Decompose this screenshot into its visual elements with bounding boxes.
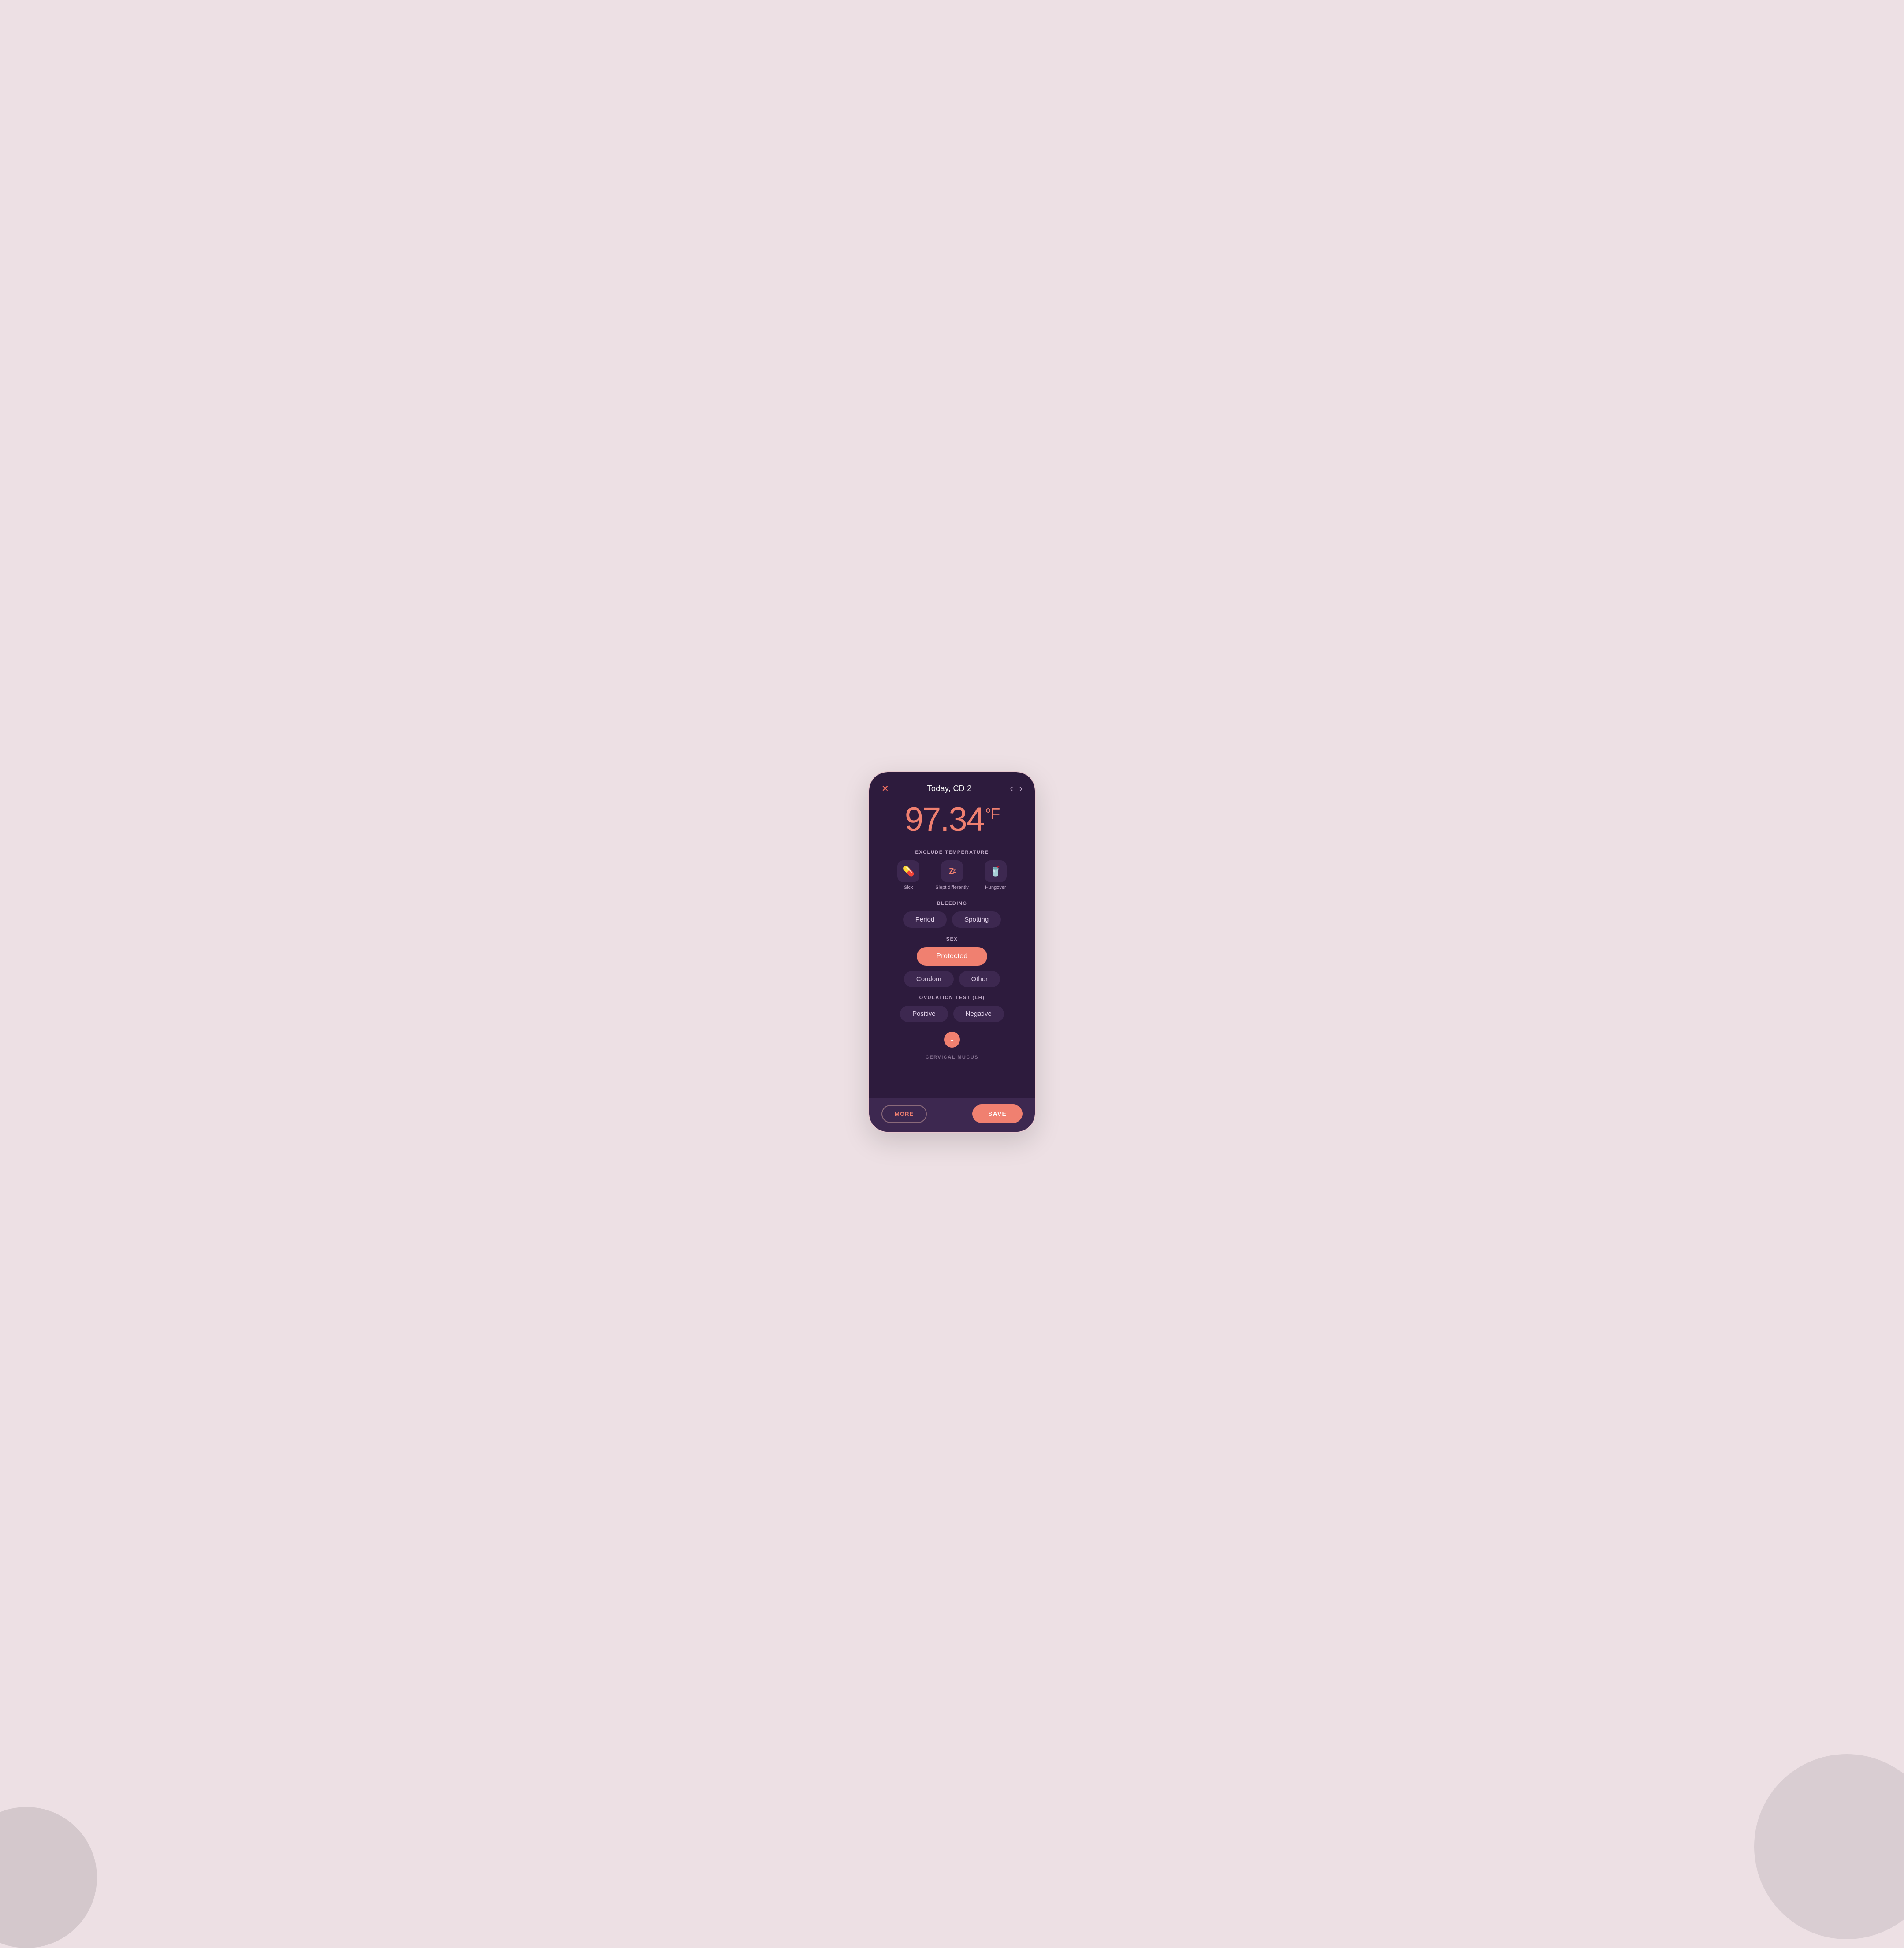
bleeding-title: BLEEDING — [880, 901, 1024, 906]
slept-label: Slept differently — [935, 885, 969, 890]
temp-number: 97.34 — [905, 801, 984, 838]
spacer — [869, 1062, 1035, 1098]
bg-shape-right — [1754, 1754, 1904, 1939]
temperature-value: 97.34°F — [905, 801, 1000, 838]
slept-icon: ZZ — [941, 860, 963, 882]
cervical-mucus-title: CERVICAL MUCUS — [880, 1055, 1024, 1060]
condom-button[interactable]: Condom — [904, 971, 954, 987]
positive-button[interactable]: Positive — [900, 1006, 948, 1022]
header-nav: ‹ › — [1010, 783, 1023, 794]
header: ✕ Today, CD 2 ‹ › — [869, 772, 1035, 799]
chevron-down-icon: ⌄ — [949, 1036, 955, 1043]
bg-shape-left — [0, 1807, 97, 1948]
close-button[interactable]: ✕ — [881, 783, 889, 794]
temperature-display: 97.34°F — [869, 799, 1035, 845]
sick-label: Sick — [904, 885, 913, 890]
hungover-icon: 🥤 — [985, 860, 1007, 882]
header-title: Today, CD 2 — [927, 784, 972, 793]
scroll-down-button[interactable]: ⌄ — [944, 1032, 960, 1048]
more-button[interactable]: MORE — [881, 1105, 927, 1123]
sex-sub-options: Condom Other — [880, 971, 1024, 987]
ovulation-title: OVULATION TEST (LH) — [880, 995, 1024, 1000]
ovulation-buttons: Positive Negative — [880, 1006, 1024, 1022]
exclude-sick-button[interactable]: 💊 Sick — [897, 860, 919, 890]
nav-prev-button[interactable]: ‹ — [1010, 783, 1013, 794]
protected-button[interactable]: Protected — [917, 947, 987, 966]
exclude-icons-row: 💊 Sick ZZ Slept differently 🥤 Hungover — [880, 860, 1024, 890]
sex-section: SEX Protected Condom Other — [869, 932, 1035, 991]
bleeding-buttons: Period Spotting — [880, 911, 1024, 928]
period-button[interactable]: Period — [903, 911, 947, 928]
bleeding-section: BLEEDING Period Spotting — [869, 896, 1035, 932]
exclude-temperature-title: EXCLUDE TEMPERATURE — [880, 850, 1024, 855]
spotting-button[interactable]: Spotting — [952, 911, 1001, 928]
nav-next-button[interactable]: › — [1019, 783, 1023, 794]
sex-title: SEX — [880, 937, 1024, 942]
sick-icon: 💊 — [897, 860, 919, 882]
ovulation-section: OVULATION TEST (LH) Positive Negative — [869, 991, 1035, 1026]
scroll-indicator: ⌄ — [869, 1026, 1035, 1051]
bottom-bar: MORE SAVE — [869, 1098, 1035, 1132]
exclude-temperature-section: EXCLUDE TEMPERATURE 💊 Sick ZZ Slept diff… — [869, 845, 1035, 896]
hungover-label: Hungover — [985, 885, 1006, 890]
temp-unit: °F — [985, 805, 999, 823]
app-screen: ✕ Today, CD 2 ‹ › 97.34°F EXCLUDE TEMPER… — [869, 772, 1035, 1132]
exclude-slept-button[interactable]: ZZ Slept differently — [935, 860, 969, 890]
other-button[interactable]: Other — [959, 971, 1000, 987]
save-button[interactable]: SAVE — [972, 1104, 1023, 1123]
exclude-hungover-button[interactable]: 🥤 Hungover — [985, 860, 1007, 890]
cervical-mucus-partial: CERVICAL MUCUS — [869, 1051, 1035, 1062]
negative-button[interactable]: Negative — [953, 1006, 1004, 1022]
phone-frame: ✕ Today, CD 2 ‹ › 97.34°F EXCLUDE TEMPER… — [868, 771, 1036, 1133]
